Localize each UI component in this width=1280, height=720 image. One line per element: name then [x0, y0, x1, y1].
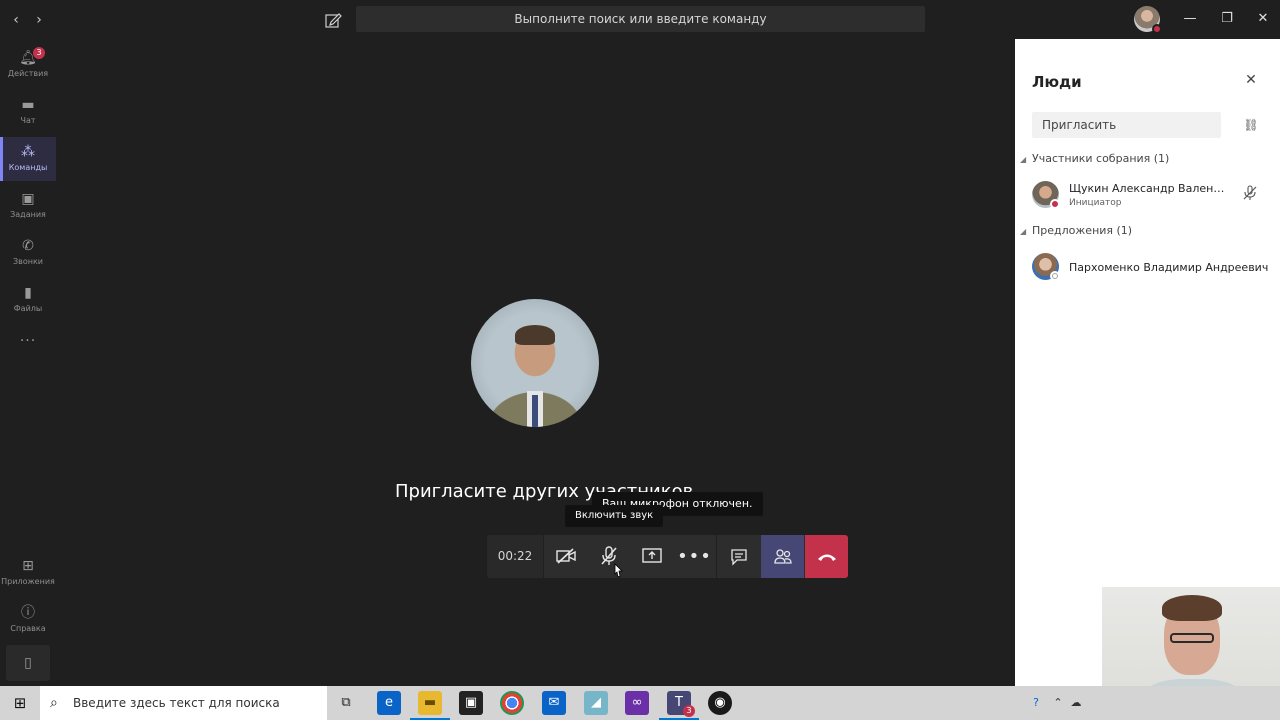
- copy-link-icon[interactable]: ⛓: [1243, 117, 1259, 133]
- apps-icon: ⊞: [22, 558, 34, 574]
- help-icon: ⓘ: [21, 605, 35, 621]
- phone-icon: ✆: [22, 238, 34, 254]
- suggestion-row[interactable]: Пархоменко Владимир Андреевич: [1032, 249, 1272, 285]
- file-explorer-icon[interactable]: ▬: [410, 691, 450, 720]
- mouse-cursor-icon: [614, 563, 623, 578]
- hang-up-icon: [817, 554, 836, 561]
- call-timer: 00:22: [487, 535, 543, 578]
- chat-bubble-icon: [730, 549, 747, 566]
- rail-label: Команды: [8, 163, 48, 172]
- participant-name: Щукин Александр Валенти...: [1069, 182, 1229, 195]
- help-tray-icon[interactable]: ?: [1028, 695, 1044, 711]
- rail-item-files[interactable]: ▮ Файлы: [0, 278, 56, 322]
- show-participants-button[interactable]: [761, 535, 804, 578]
- rail-label: Справка: [10, 624, 46, 633]
- invite-input[interactable]: [1032, 112, 1221, 138]
- user-avatar[interactable]: [1134, 6, 1162, 34]
- meeting-stage: Пригласите других участников Ваш микрофо…: [56, 39, 1015, 686]
- mobile-device-icon[interactable]: ▯: [6, 645, 50, 681]
- share-screen-button[interactable]: [630, 535, 673, 578]
- title-bar: ‹ › Выполните поиск или введите команду …: [0, 0, 1280, 39]
- windows-taskbar: ⊞ ⌕ Введите здесь текст для поиска ⧉ e ▬…: [0, 686, 1280, 720]
- section-label: Предложения (1): [1032, 224, 1133, 237]
- obs-icon[interactable]: ◉: [708, 691, 732, 715]
- section-label: Участники собрания (1): [1032, 152, 1170, 165]
- show-hidden-icons-icon[interactable]: ⌃: [1050, 695, 1066, 711]
- back-arrow-icon[interactable]: ‹: [6, 10, 26, 30]
- offline-status-icon: [1050, 271, 1060, 281]
- rail-item-calls[interactable]: ✆ Звонки: [0, 231, 56, 275]
- collapse-triangle-icon: ◢: [1020, 155, 1027, 164]
- hang-up-button[interactable]: [805, 535, 848, 578]
- search-icon: ⌕: [50, 695, 58, 711]
- rail-label: Приложения: [1, 577, 55, 586]
- teams-taskbar-badge: 3: [683, 705, 695, 717]
- participant-row[interactable]: Щукин Александр Валенти... Инициатор: [1032, 177, 1272, 213]
- app-icon[interactable]: ◢: [584, 691, 608, 715]
- edge-icon[interactable]: e: [377, 691, 401, 715]
- rail-label: Действия: [7, 69, 49, 78]
- suggestion-name: Пархоменко Владимир Андреевич: [1069, 261, 1269, 274]
- rail-item-help[interactable]: ⓘ Справка: [0, 598, 56, 642]
- close-panel-icon[interactable]: ✕: [1243, 72, 1259, 88]
- rail-label: Задания: [10, 210, 46, 219]
- camera-off-button[interactable]: [544, 535, 587, 578]
- teams-taskbar-icon[interactable]: T3: [659, 691, 699, 720]
- rail-label: Чат: [20, 116, 36, 125]
- restore-icon[interactable]: ❐: [1215, 9, 1239, 29]
- rail-item-assignments[interactable]: ▣ Задания: [0, 184, 56, 228]
- rail-label: Файлы: [13, 304, 43, 313]
- unmute-tooltip: Включить звук: [565, 505, 664, 527]
- onedrive-icon[interactable]: ☁: [1068, 695, 1084, 711]
- rail-item-chat[interactable]: ▬ Чат: [0, 90, 56, 134]
- task-view-icon[interactable]: ⧉: [334, 691, 358, 715]
- teams-window: ‹ › Выполните поиск или введите команду …: [0, 0, 1280, 686]
- store-icon[interactable]: ▣: [459, 691, 483, 715]
- call-controls-bar: 00:22 •••: [487, 535, 848, 578]
- busy-status-icon: [1050, 199, 1060, 209]
- activity-badge: 3: [33, 47, 45, 59]
- busy-status-icon: [1152, 24, 1162, 34]
- panel-title: Люди: [1032, 73, 1082, 91]
- app-rail: 🔔︎ 3 Действия ▬ Чат ⁂ Команды ▣ Задания …: [0, 39, 56, 686]
- mic-off-icon: [1243, 185, 1257, 200]
- ellipsis-icon: •••: [677, 546, 712, 567]
- more-apps-icon[interactable]: ...: [0, 329, 56, 345]
- participant-role: Инициатор: [1069, 198, 1122, 208]
- visual-studio-icon[interactable]: ∞: [625, 691, 649, 715]
- more-actions-button[interactable]: •••: [673, 535, 716, 578]
- windows-start-icon[interactable]: ⊞: [0, 686, 40, 720]
- mail-icon[interactable]: ✉: [542, 691, 566, 715]
- show-conversation-button[interactable]: [717, 535, 760, 578]
- backpack-icon: ▣: [21, 191, 35, 207]
- teams-icon: ⁂: [21, 144, 35, 160]
- rail-item-teams[interactable]: ⁂ Команды: [0, 137, 56, 181]
- compose-icon[interactable]: [322, 9, 344, 31]
- file-icon: ▮: [24, 285, 32, 301]
- command-search-box[interactable]: Выполните поиск или введите команду: [356, 6, 925, 32]
- minimize-icon[interactable]: —: [1178, 9, 1202, 29]
- people-icon: [773, 549, 792, 564]
- chrome-icon[interactable]: [500, 691, 524, 715]
- participant-avatar-large: [471, 299, 599, 427]
- rail-label: Звонки: [13, 257, 43, 266]
- share-screen-icon: [641, 548, 662, 563]
- camera-off-icon: [555, 548, 576, 564]
- close-window-icon[interactable]: ✕: [1251, 9, 1275, 29]
- collapse-triangle-icon: ◢: [1020, 227, 1027, 236]
- taskbar-search-text: Введите здесь текст для поиска: [73, 696, 280, 710]
- taskbar-search[interactable]: ⌕ Введите здесь текст для поиска: [40, 686, 327, 720]
- section-suggestions[interactable]: ◢ Предложения (1): [1020, 224, 1132, 237]
- chat-icon: ▬: [21, 97, 35, 113]
- rail-item-apps[interactable]: ⊞ Приложения: [0, 551, 56, 595]
- rail-item-activity[interactable]: 🔔︎ 3 Действия: [0, 43, 56, 87]
- section-participants[interactable]: ◢ Участники собрания (1): [1020, 152, 1169, 165]
- forward-arrow-icon[interactable]: ›: [29, 10, 49, 30]
